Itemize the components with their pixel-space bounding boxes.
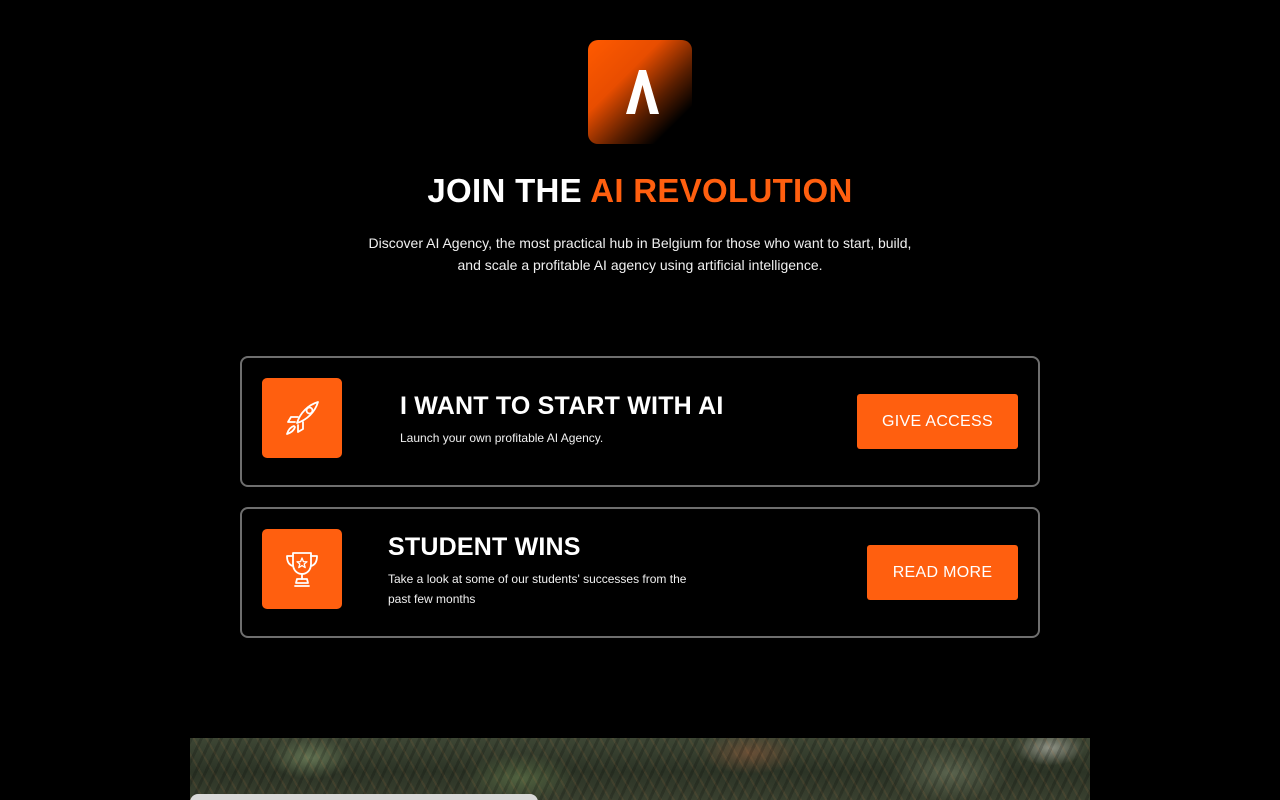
wins-card-title: STUDENT WINS: [388, 533, 581, 561]
start-card-title: I WANT TO START WITH AI: [400, 392, 724, 420]
student-wins-card: STUDENT WINS Take a look at some of our …: [240, 507, 1040, 638]
headline-prefix: JOIN THE: [427, 172, 582, 209]
wins-card-description: Take a look at some of our students' suc…: [388, 572, 687, 606]
page-headline: JOIN THE AI REVOLUTION: [0, 172, 1280, 210]
give-access-button[interactable]: GIVE ACCESS: [857, 394, 1018, 449]
a-letter-logo-icon: [626, 70, 659, 114]
trophy-icon: [286, 552, 318, 587]
hero-subtitle: Discover AI Agency, the most practical h…: [368, 235, 912, 273]
start-card-icon-tile: [262, 378, 342, 458]
read-more-button[interactable]: READ MORE: [867, 545, 1018, 600]
start-with-ai-card: I WANT TO START WITH AI Launch your own …: [240, 356, 1040, 487]
wins-card-icon-tile: [262, 529, 342, 609]
headline-accent: AI REVOLUTION: [590, 172, 853, 209]
landing-page: JOIN THE AI REVOLUTION Discover AI Agenc…: [0, 0, 1280, 800]
rocket-icon: [286, 401, 319, 435]
hero-photo: [190, 738, 1090, 800]
brand-logo: [588, 40, 692, 144]
photo-overlay-panel: [190, 794, 538, 800]
start-card-description: Launch your own profitable AI Agency.: [400, 431, 604, 445]
